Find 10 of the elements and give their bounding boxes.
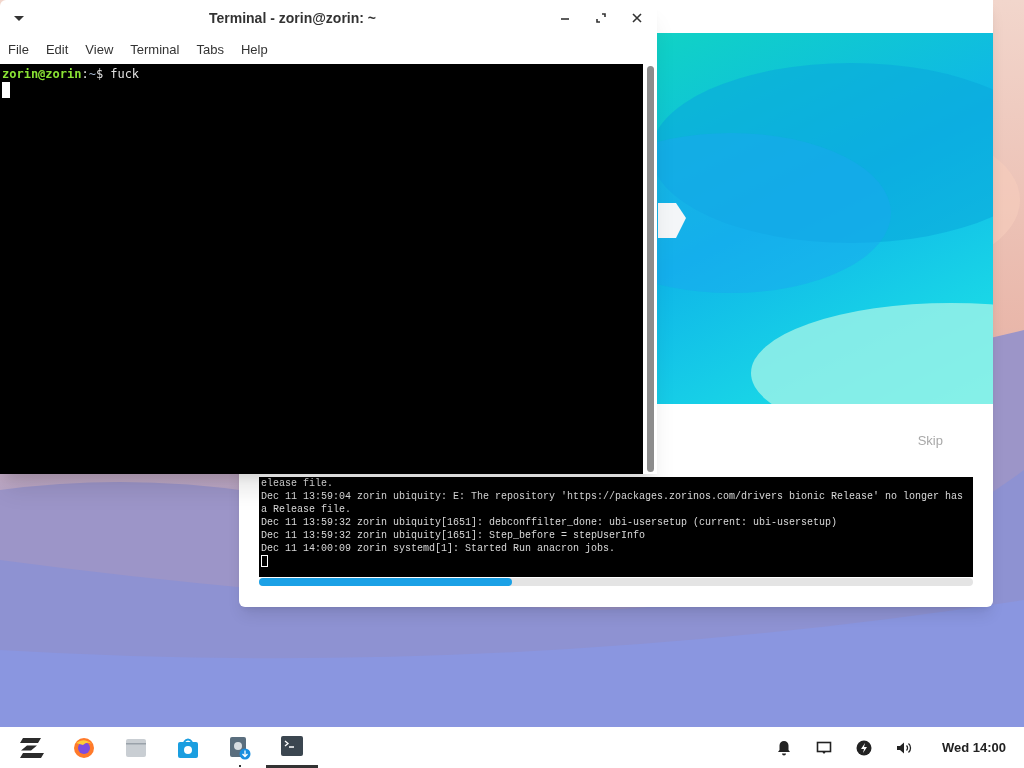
bell-icon[interactable]: [775, 739, 792, 756]
browser-icon[interactable]: [73, 736, 95, 759]
monitor-icon[interactable]: [815, 739, 832, 756]
folder-icon[interactable]: [125, 737, 147, 758]
zorin-logo-icon[interactable]: [19, 736, 45, 759]
clock[interactable]: Wed 14:00: [941, 737, 1008, 758]
power-bolt-icon[interactable]: [855, 739, 872, 756]
terminal-icon[interactable]: [281, 736, 303, 756]
store-bag-icon[interactable]: [177, 736, 199, 759]
updater-icon[interactable]: [229, 735, 251, 760]
